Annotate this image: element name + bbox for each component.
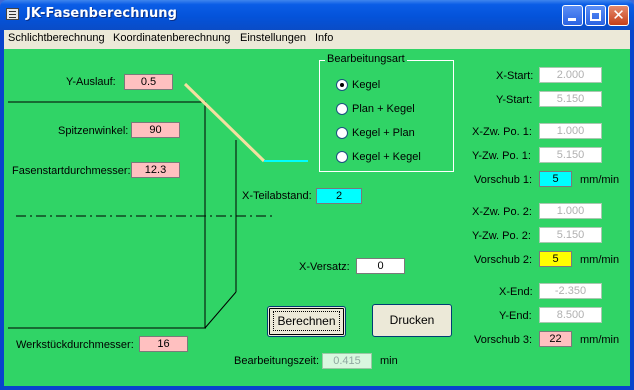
vorschub2-unit: mm/min — [580, 254, 620, 266]
x-zw1-output: 1.000 — [539, 123, 602, 139]
app-window: JK-Fasenberechnung ✕ Schlichtberechnung … — [0, 0, 634, 390]
y-auslauf-label: Y-Auslauf: — [66, 76, 116, 88]
x-start-label: X-Start: — [496, 70, 534, 82]
x-versatz-input[interactable]: 0 — [356, 258, 405, 274]
radio-kegel-kegel-label[interactable]: Kegel + Kegel — [352, 151, 421, 163]
spitzenwinkel-input[interactable]: 90 — [131, 122, 180, 138]
y-zw2-label: Y-Zw. Po. 2: — [472, 230, 531, 242]
bearbeitungsart-title: Bearbeitungsart — [325, 53, 407, 65]
radio-kegel[interactable] — [336, 79, 348, 91]
vorschub1-input[interactable]: 5 — [539, 171, 572, 187]
bearbeitungszeit-output: 0.415 — [322, 353, 372, 369]
radio-kegel-plan[interactable] — [336, 127, 348, 139]
x-zw2-label: X-Zw. Po. 2: — [472, 206, 532, 218]
y-start-output: 5.150 — [539, 91, 602, 107]
y-end-label: Y-End: — [499, 310, 532, 322]
y-auslauf-input[interactable]: 0.5 — [124, 74, 173, 90]
radio-plan-kegel-label[interactable]: Plan + Kegel — [352, 103, 415, 115]
chamfer-lower-diagonal — [204, 291, 237, 329]
vorschub1-unit: mm/min — [580, 174, 620, 186]
y-end-output: 8.500 — [539, 307, 602, 323]
y-zw1-label: Y-Zw. Po. 1: — [472, 150, 531, 162]
fasenstart-input[interactable]: 12.3 — [131, 162, 180, 178]
radio-kegel-kegel[interactable] — [336, 151, 348, 163]
fasenstart-label: Fasenstartdurchmesser: — [12, 165, 131, 177]
vorschub3-unit: mm/min — [580, 334, 620, 346]
radio-kegel-plan-label[interactable]: Kegel + Plan — [352, 127, 415, 139]
vorschub1-label: Vorschub 1: — [474, 174, 533, 186]
vorschub3-label: Vorschub 3: — [474, 334, 533, 346]
x-start-output: 2.000 — [539, 67, 602, 83]
x-end-label: X-End: — [499, 286, 533, 298]
vorschub2-label: Vorschub 2: — [474, 254, 533, 266]
vorschub3-input[interactable]: 22 — [539, 331, 572, 347]
drucken-button[interactable]: Drucken — [372, 304, 452, 337]
x-teilabstand-label: X-Teilabstand: — [242, 190, 312, 202]
x-zw1-label: X-Zw. Po. 1: — [472, 126, 532, 138]
x-end-output: -2.350 — [539, 283, 602, 299]
radio-plan-kegel[interactable] — [336, 103, 348, 115]
berechnen-button-label: Berechnen — [273, 311, 340, 331]
bearbeitungszeit-label: Bearbeitungszeit: — [234, 355, 319, 367]
bearbeitungszeit-unit: min — [380, 355, 398, 367]
y-zw1-output: 5.150 — [539, 147, 602, 163]
berechnen-button[interactable]: Berechnen — [267, 306, 346, 337]
werkstueck-input[interactable]: 16 — [139, 336, 188, 352]
tool-path-diagonal — [183, 82, 266, 163]
drucken-button-label: Drucken — [389, 313, 435, 327]
x-zw2-output: 1.000 — [539, 203, 602, 219]
x-teilabstand-input[interactable]: 2 — [316, 188, 362, 204]
y-zw2-output: 5.150 — [539, 227, 602, 243]
werkstueck-label: Werkstückdurchmesser: — [16, 339, 134, 351]
spitzenwinkel-label: Spitzenwinkel: — [58, 125, 129, 137]
radio-kegel-label[interactable]: Kegel — [352, 79, 380, 91]
vorschub2-input[interactable]: 5 — [539, 251, 572, 267]
x-versatz-label: X-Versatz: — [299, 261, 350, 273]
y-start-label: Y-Start: — [496, 94, 533, 106]
